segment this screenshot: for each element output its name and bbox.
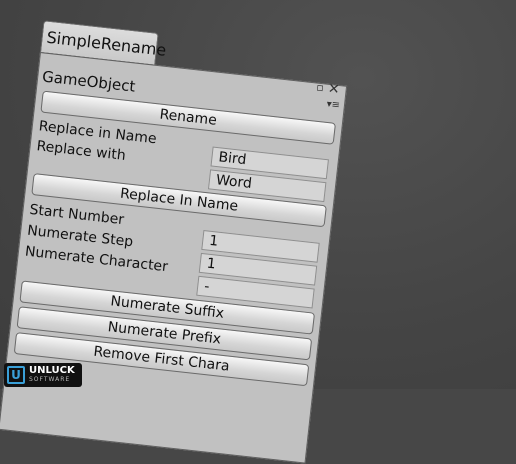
close-icon[interactable]: ✕ bbox=[327, 81, 340, 98]
numerate-character-label: Numerate Character bbox=[24, 243, 169, 276]
logo-brand: UNLUCK bbox=[29, 365, 75, 376]
simple-rename-window: SimpleRename ▫ ✕ ▾≡ GameObject Rename Re… bbox=[0, 20, 348, 464]
maximize-icon[interactable]: ▫ bbox=[316, 81, 325, 95]
unluck-logo-icon: U bbox=[7, 366, 25, 384]
logo-subtitle: SOFTWARE bbox=[29, 376, 71, 383]
menu-icon[interactable]: ▾≡ bbox=[326, 99, 341, 112]
unluck-software-logo: U UNLUCK SOFTWARE bbox=[4, 363, 82, 387]
window-body: ▫ ✕ ▾≡ GameObject Rename Replace in Name… bbox=[0, 52, 348, 464]
logo-text-block: UNLUCK SOFTWARE bbox=[29, 366, 75, 384]
